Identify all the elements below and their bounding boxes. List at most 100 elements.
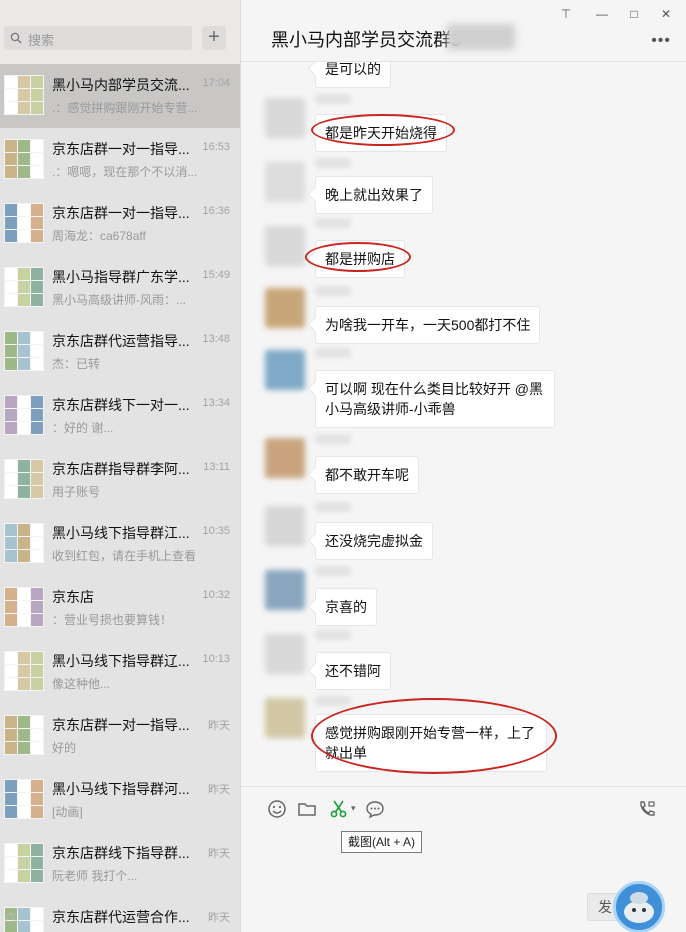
message-bubble: 都是拼购店 [315, 240, 405, 278]
chat-time: 昨天 [208, 912, 230, 924]
search-bar: 搜索 + [0, 0, 240, 64]
chat-list-item[interactable]: 京东店群一对一指导... 16:36 周海龙：ca678aff [0, 192, 240, 256]
avatar [265, 350, 305, 390]
pin-button[interactable]: ⊤ [555, 4, 577, 24]
chat-time: 13:34 [202, 397, 230, 409]
chat-time: 16:53 [202, 141, 230, 153]
avatar [265, 162, 305, 202]
message-bubble: 可以啊 现在什么类目比较好开 @黑小马高级讲师-小乖兽 [315, 370, 555, 428]
group-avatar [4, 75, 44, 115]
message-bubble: 晚上就出效果了 [315, 176, 433, 214]
video-call-icon[interactable] [637, 799, 657, 819]
chat-pane: 黑小马内部学员交流群3 ⊤ — □ ✕ ••• 是可以的 都是昨天开始烧得 晚上… [240, 0, 686, 932]
chat-name: 黑小马线下指导群江... [52, 525, 190, 541]
close-button[interactable]: ✕ [655, 4, 677, 24]
chat-time: 10:32 [202, 589, 230, 601]
chat-time: 昨天 [208, 784, 230, 796]
sender-name [315, 502, 351, 512]
sender-name [315, 286, 351, 296]
chat-preview: 好的 [52, 741, 77, 755]
chat-name: 京东店群一对一指导... [52, 141, 190, 157]
sender-name [315, 94, 351, 104]
chat-preview: ：营业号损也要算钱！ [52, 613, 173, 627]
chat-list-item[interactable]: 黑小马内部学员交流... 17:04 .：感觉拼购跟刚开始专营... [0, 64, 240, 128]
avatar [265, 506, 305, 546]
chat-preview: 阮老师 我打个... [52, 869, 138, 883]
chevron-down-icon[interactable]: ▾ [351, 803, 356, 814]
chat-list-item[interactable]: 京东店群线下指导群... 昨天 阮老师 我打个... [0, 832, 240, 896]
chat-list-item[interactable]: 京东店群线下一对一... 13:34 ：好的 谢... [0, 384, 240, 448]
add-chat-button[interactable]: + [202, 26, 226, 50]
chat-name: 京东店群一对一指导... [52, 717, 190, 733]
avatar [265, 698, 305, 738]
title-redaction [447, 24, 515, 50]
maximize-button[interactable]: □ [623, 4, 645, 24]
chat-preview: [动画] [52, 805, 83, 819]
message-bubble: 感觉拼购跟刚开始专营一样，上了就出单 [315, 714, 547, 772]
group-avatar [4, 843, 44, 883]
search-input[interactable]: 搜索 [4, 26, 192, 50]
sidebar: 搜索 + 黑小马内部学员交流... 17:04 .：感觉拼购跟刚开始专营... 京东店… [0, 0, 240, 932]
chat-name: 京东店群代运营指导... [52, 333, 190, 349]
chat-list-item[interactable]: 京东店群指导群李阿... 13:11 用子账号 [0, 448, 240, 512]
chat-history-icon[interactable] [365, 799, 385, 819]
group-avatar [4, 523, 44, 563]
chat-name: 黑小马指导群广东学... [52, 269, 190, 285]
chat-list-item[interactable]: 黑小马线下指导群河... 昨天 [动画] [0, 768, 240, 832]
chat-header: 黑小马内部学员交流群3 ⊤ — □ ✕ ••• [241, 0, 686, 62]
sender-name [315, 158, 351, 168]
chat-time: 10:13 [202, 653, 230, 665]
chat-preview: 黑小马高级讲师-风雨：... [52, 293, 186, 307]
chat-time: 10:35 [202, 525, 230, 537]
avatar [265, 98, 305, 138]
input-area[interactable]: ▾ 截图(Alt + A) 发 [241, 786, 686, 932]
message-bubble: 还不错阿 [315, 652, 391, 690]
chat-list-item[interactable]: 京东店群一对一指导... 昨天 好的 [0, 704, 240, 768]
chat-list-item[interactable]: 黑小马线下指导群江... 10:35 收到红包，请在手机上查看 [0, 512, 240, 576]
chat-time: 17:04 [202, 77, 230, 89]
chat-list-item[interactable]: 京东店群代运营合作... 昨天 [0, 896, 240, 932]
chat-list-item[interactable]: 黑小马指导群广东学... 15:49 黑小马高级讲师-风雨：... [0, 256, 240, 320]
assistant-bot-icon[interactable] [613, 881, 665, 932]
chat-list-item[interactable]: 京东店群代运营指导... 13:48 杰：已转 [0, 320, 240, 384]
scissors-icon[interactable] [329, 799, 349, 819]
group-avatar [4, 139, 44, 179]
avatar [265, 288, 305, 328]
group-avatar [4, 395, 44, 435]
group-avatar [4, 651, 44, 691]
sender-name [315, 434, 351, 444]
chat-name: 黑小马线下指导群辽... [52, 653, 190, 669]
chat-list-item[interactable]: 京东店 10:32 ：营业号损也要算钱！ [0, 576, 240, 640]
chat-list-item[interactable]: 黑小马线下指导群辽... 10:13 像这种他... [0, 640, 240, 704]
chat-list-item[interactable]: 京东店群一对一指导... 16:53 .：嗯嗯，现在那个不以消... [0, 128, 240, 192]
group-avatar [4, 331, 44, 371]
chat-name: 京东店群指导群李阿... [52, 461, 190, 477]
message-list: 是可以的 都是昨天开始烧得 晚上就出效果了 都是拼购店 为啥我一开车，一天500… [241, 62, 686, 786]
avatar [265, 570, 305, 610]
chat-preview: .：嗯嗯，现在那个不以消... [52, 165, 198, 179]
chat-preview: 用子账号 [52, 485, 101, 499]
message-bubble: 都不敢开车呢 [315, 456, 419, 494]
sender-name [315, 696, 351, 706]
chat-time: 13:11 [203, 461, 230, 473]
group-avatar [4, 779, 44, 819]
chat-preview: .：感觉拼购跟刚开始专营... [52, 101, 198, 115]
sender-name [315, 218, 351, 228]
more-options-button[interactable]: ••• [651, 32, 671, 50]
search-placeholder: 搜索 [28, 33, 55, 48]
chat-list: 黑小马内部学员交流... 17:04 .：感觉拼购跟刚开始专营... 京东店群一对一指… [0, 64, 240, 932]
message-bubble: 还没烧完虚拟金 [315, 522, 433, 560]
chat-name: 京东店 [52, 589, 94, 605]
avatar [265, 226, 305, 266]
chat-preview: 像这种他... [52, 677, 111, 691]
search-icon [10, 32, 22, 44]
avatar [265, 634, 305, 674]
group-avatar [4, 203, 44, 243]
emoji-icon[interactable] [267, 799, 287, 819]
chat-name: 黑小马内部学员交流... [52, 77, 190, 93]
group-avatar [4, 587, 44, 627]
sender-name [315, 348, 351, 358]
folder-icon[interactable] [297, 799, 317, 819]
chat-preview: 收到红包，请在手机上查看 [52, 549, 197, 563]
minimize-button[interactable]: — [591, 4, 613, 24]
